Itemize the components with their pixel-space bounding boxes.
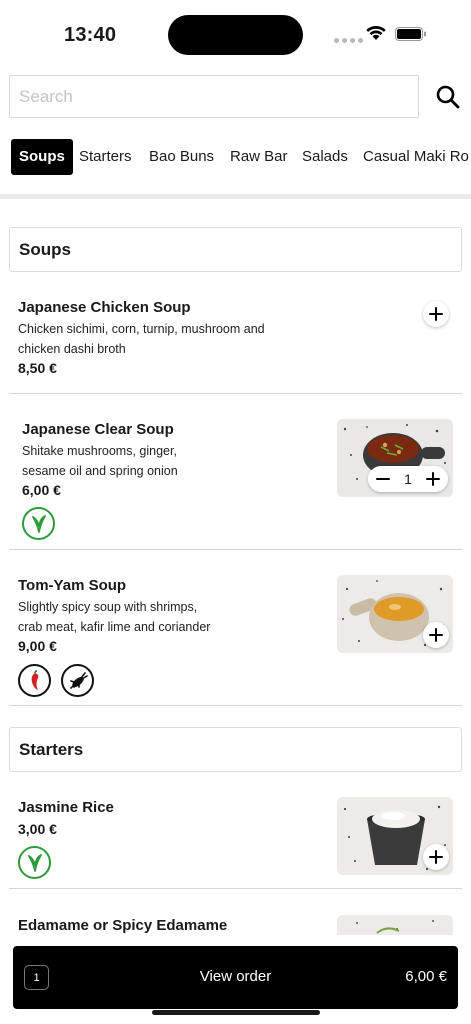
tab-soups[interactable]: Soups xyxy=(11,139,73,175)
item-name: Tom-Yam Soup xyxy=(18,577,127,594)
search-bar xyxy=(9,75,461,118)
chili-icon xyxy=(18,664,51,697)
item-price: 9,00 € xyxy=(18,638,57,654)
tab-salads[interactable]: Salads xyxy=(302,139,348,175)
item-price: 8,50 € xyxy=(18,360,57,376)
item-divider xyxy=(9,888,462,889)
dynamic-island xyxy=(168,15,303,55)
quantity-value: 1 xyxy=(404,471,412,487)
plus-icon xyxy=(425,472,440,486)
section-header-starters: Starters xyxy=(9,727,462,772)
item-name: Japanese Chicken Soup xyxy=(18,299,191,316)
order-total: 6,00 € xyxy=(405,968,447,985)
wifi-icon xyxy=(366,26,386,40)
item-description: Slightly spicy soup with shrimps, crab m… xyxy=(18,600,211,634)
add-to-order-button[interactable] xyxy=(423,844,449,870)
signal-dots-icon xyxy=(334,38,363,43)
item-name: Jasmine Rice xyxy=(18,799,114,816)
section-title: Soups xyxy=(19,240,71,259)
item-name: Edamame or Spicy Edamame xyxy=(18,917,228,934)
search-icon[interactable] xyxy=(435,84,461,110)
status-time: 13:40 xyxy=(64,24,117,46)
vegan-leaf-icon xyxy=(22,507,55,540)
quantity-stepper: 1 xyxy=(368,466,448,492)
item-name: Japanese Clear Soup xyxy=(22,421,174,438)
category-tabs: Soups Starters Bao Buns Raw Bar Salads C… xyxy=(0,139,471,175)
shellfish-icon xyxy=(61,664,94,697)
add-to-order-button[interactable] xyxy=(423,301,449,327)
view-order-label: View order xyxy=(199,968,272,985)
view-order-button[interactable]: 1 View order 6,00 € xyxy=(13,946,458,1009)
section-title: Starters xyxy=(19,740,84,759)
minus-icon xyxy=(376,478,390,480)
increase-quantity-button[interactable] xyxy=(423,469,443,489)
plus-icon xyxy=(429,628,443,642)
tab-raw-bar[interactable]: Raw Bar xyxy=(230,139,288,175)
section-header-soups: Soups xyxy=(9,227,462,272)
item-divider xyxy=(9,705,462,706)
home-indicator xyxy=(152,1010,320,1015)
status-bar: 13:40 xyxy=(0,0,471,64)
tab-bao-buns[interactable]: Bao Buns xyxy=(149,139,214,175)
item-photo xyxy=(337,915,453,935)
plus-icon xyxy=(429,850,443,864)
item-price: 3,00 € xyxy=(18,821,57,837)
decrease-quantity-button[interactable] xyxy=(373,469,393,489)
item-divider xyxy=(9,549,462,550)
item-price: 6,00 € xyxy=(22,482,61,498)
plus-icon xyxy=(429,307,443,321)
tab-casual-maki-rolls[interactable]: Casual Maki Ro xyxy=(363,139,469,175)
vegan-leaf-icon xyxy=(18,846,51,879)
item-description: Shitake mushrooms, ginger, sesame oil an… xyxy=(22,444,178,478)
item-description: Chicken sichimi, corn, turnip, mushroom … xyxy=(18,322,265,356)
battery-icon xyxy=(395,27,426,41)
tab-starters[interactable]: Starters xyxy=(79,139,132,175)
item-divider xyxy=(9,393,462,394)
search-input[interactable] xyxy=(9,75,419,118)
add-to-order-button[interactable] xyxy=(423,622,449,648)
tabs-divider xyxy=(0,194,471,199)
